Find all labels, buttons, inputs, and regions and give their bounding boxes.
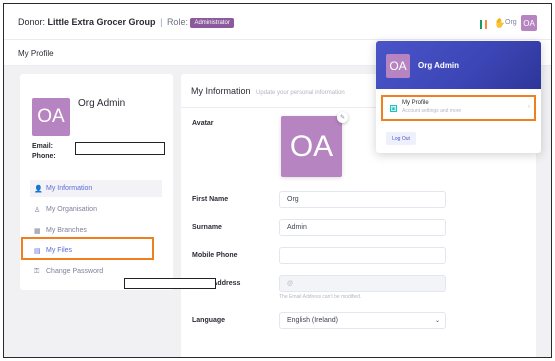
redacted-email-value [124, 278, 216, 289]
menu-item-my-organisation[interactable]: ♙ My Organisation [30, 201, 162, 218]
avatar-preview: OA [281, 116, 342, 177]
role-badge: Administrator [190, 18, 234, 28]
app-window: Donor: Little Extra Grocer Group | Role:… [3, 3, 552, 358]
language-label: Language [192, 317, 226, 324]
dropdown-avatar: OA [386, 54, 410, 78]
menu-item-my-information[interactable]: 👤 My Information [30, 180, 162, 197]
language-flag-icon[interactable] [480, 20, 487, 29]
card-title-text: My Information [191, 86, 251, 96]
mobile-phone-input[interactable] [279, 247, 446, 264]
user-dropdown: OA Org Admin ▣ My Profile Account settin… [376, 41, 541, 153]
edit-avatar-button[interactable]: ✎ [337, 112, 348, 123]
redacted-email [75, 142, 165, 155]
profile-card-icon: ▣ [390, 105, 397, 112]
avatar-label: Avatar [192, 120, 214, 127]
menu-item-label: My Branches [46, 227, 87, 234]
menu-item-label: Change Password [46, 268, 104, 275]
donor-org-name: Little Extra Grocer Group [47, 17, 156, 27]
email-label: Email: [32, 143, 54, 150]
chevron-down-icon: ⌄ [434, 318, 440, 324]
card-subtitle: Update your personal information [256, 90, 345, 96]
my-profile-menu-item[interactable]: ▣ My Profile Account settings and more › [381, 95, 536, 121]
dropdown-header: OA Org Admin [376, 41, 541, 89]
menu-item-label: My Organisation [46, 206, 97, 213]
email-help-text: The Email Address can't be modified. [279, 294, 362, 300]
dropdown-user-name: Org Admin [418, 61, 460, 70]
profile-avatar: OA [32, 98, 70, 136]
user-menu-avatar[interactable]: OA [521, 15, 537, 31]
pencil-icon: ✎ [339, 115, 346, 121]
mobile-phone-label: Mobile Phone [192, 252, 238, 259]
my-files-highlight [21, 237, 154, 260]
language-select[interactable]: English (Ireland) ⌄ [279, 312, 446, 329]
separator: | [160, 17, 163, 27]
role-label: Role: [166, 17, 188, 27]
donor-label: Donor: [18, 17, 46, 27]
profile-name: Org Admin [78, 98, 126, 109]
email-address-input [279, 275, 446, 292]
phone-label: Phone: [32, 153, 56, 160]
top-user-name[interactable]: Org [505, 19, 517, 26]
surname-label: Surname [192, 224, 222, 231]
organisation-icon: ♙ [34, 206, 41, 214]
hand-wave-icon: ✋ [494, 18, 506, 28]
first-name-label: First Name [192, 196, 229, 203]
logout-button[interactable]: Log Out [386, 132, 416, 145]
language-value: English (Ireland) [287, 317, 338, 324]
branches-icon: ▦ [34, 227, 41, 235]
surname-input[interactable]: Admin [279, 219, 446, 236]
page-title: My Profile [18, 49, 54, 58]
my-profile-title: My Profile [402, 100, 429, 106]
at-sign-icon: @ [287, 281, 294, 287]
top-bar: Donor: Little Extra Grocer Group | Role:… [4, 4, 551, 40]
menu-item-label: My Information [46, 185, 93, 192]
chevron-right-icon: › [528, 104, 530, 110]
card-title: My Information Update your personal info… [191, 86, 345, 96]
my-profile-subtitle: Account settings and more [402, 108, 462, 114]
key-icon: ⚿ [34, 267, 40, 275]
donor-info: Donor: Little Extra Grocer Group | Role:… [18, 17, 234, 28]
user-icon: 👤 [34, 185, 43, 193]
first-name-input[interactable]: Org [279, 191, 446, 208]
